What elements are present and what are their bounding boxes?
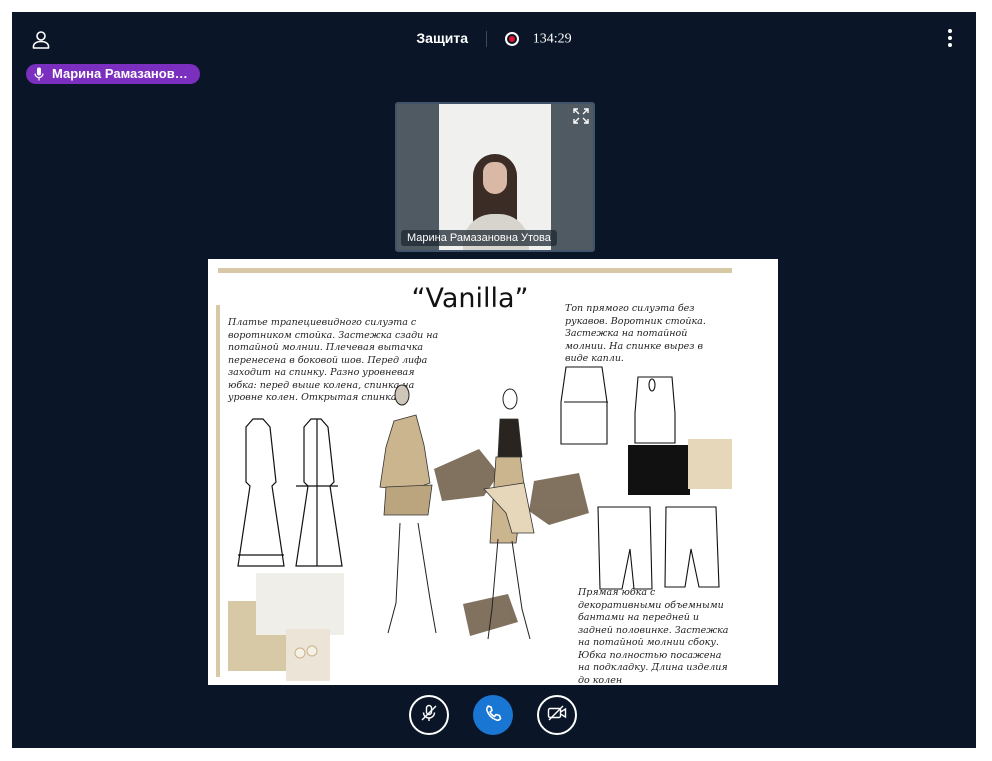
slide-canvas: “Vanilla” Платье трапециевидного силуэта… bbox=[208, 259, 732, 685]
video-frame bbox=[439, 104, 551, 250]
camera-off-icon bbox=[547, 704, 567, 727]
call-controls bbox=[12, 694, 976, 742]
conference-window: Защита 134:29 Марина Рамазанов… Марина Р… bbox=[12, 12, 976, 748]
camera-button[interactable] bbox=[537, 695, 577, 735]
mute-button[interactable] bbox=[409, 695, 449, 735]
microphone-icon bbox=[34, 67, 44, 81]
microphone-off-icon bbox=[420, 704, 438, 727]
recording-timer: 134:29 bbox=[532, 31, 572, 47]
participant-video[interactable]: Марина Рамазановна Утова bbox=[395, 102, 595, 252]
header-divider bbox=[485, 31, 487, 48]
active-speaker-badge: Марина Рамазанов… bbox=[26, 64, 200, 84]
meeting-header: Защита 134:29 bbox=[12, 30, 976, 48]
record-icon bbox=[504, 32, 519, 47]
meeting-title: Защита bbox=[416, 30, 469, 46]
more-vertical-icon[interactable] bbox=[946, 29, 954, 49]
speaker-name: Марина Рамазанов… bbox=[52, 66, 188, 81]
participant-name: Марина Рамазановна Утова bbox=[401, 230, 557, 246]
shared-presentation: “Vanilla” Платье трапециевидного силуэта… bbox=[208, 259, 778, 685]
phone-icon bbox=[484, 704, 502, 727]
top-bar: Защита 134:29 bbox=[12, 12, 976, 64]
fashion-illustration bbox=[228, 366, 732, 681]
fullscreen-icon[interactable] bbox=[573, 108, 589, 124]
hangup-call-button[interactable] bbox=[473, 695, 513, 735]
